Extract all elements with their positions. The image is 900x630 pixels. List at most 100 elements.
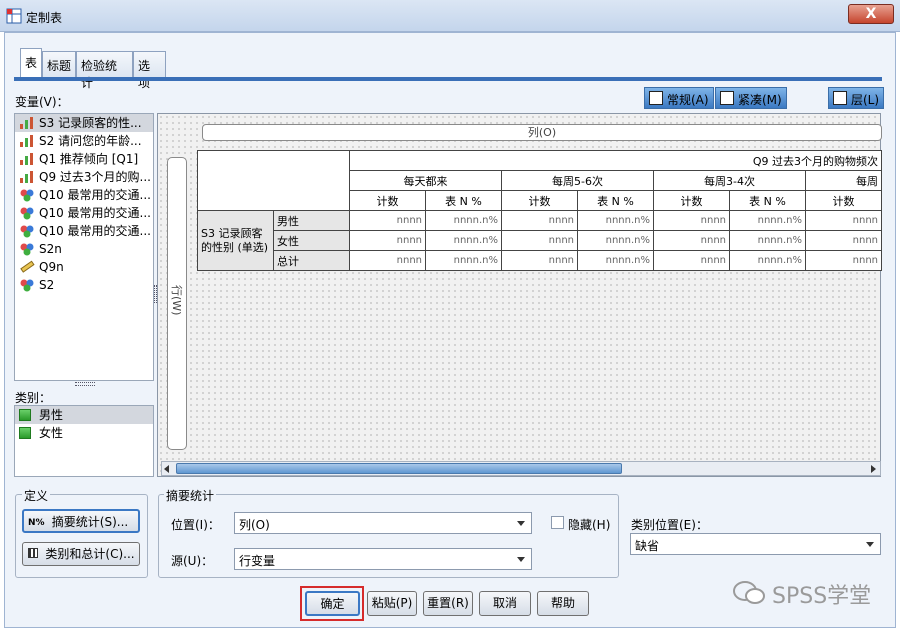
category-position-value: 缺省 <box>635 539 660 553</box>
tab-options[interactable]: 选项 <box>133 51 166 90</box>
variable-label: Q10 最常用的交通... <box>39 206 151 220</box>
normal-view-button[interactable]: 常规(A) <box>644 87 714 109</box>
row-var-header[interactable]: S3 记录顾客的性别 (单选) <box>197 210 274 271</box>
list-item[interactable]: Q10 最常用的交通... <box>15 186 153 204</box>
scroll-right-icon[interactable] <box>871 465 876 473</box>
reset-button[interactable]: 重置(R) <box>423 591 473 616</box>
tab-table[interactable]: 表 <box>20 48 42 78</box>
nominal-icon <box>19 278 35 292</box>
count-cell: nnnn <box>653 230 730 251</box>
compact-grid-icon <box>720 91 734 105</box>
stat-header: 计数 <box>805 190 882 211</box>
columns-drop-zone[interactable]: 列(O) <box>202 124 882 141</box>
variable-label: Q1 推荐倾向 [Q1] <box>39 152 139 166</box>
tab-test-statistics[interactable]: 检验统计 <box>76 51 133 90</box>
source-value: 行变量 <box>239 554 276 568</box>
col-cat-header: 每周5-6次 <box>501 170 654 191</box>
list-item[interactable]: S2n <box>15 240 153 258</box>
count-cell: nnnn <box>653 210 730 231</box>
chevron-down-icon <box>866 542 874 547</box>
pct-cell: nnnn.n% <box>729 230 806 251</box>
table-row: 总计 nnnn nnnn.n% nnnn nnnn.n% nnnn nnnn.n% n… <box>198 250 882 271</box>
position-select[interactable]: 列(O) <box>234 512 532 534</box>
variable-label: Q9n <box>39 260 64 274</box>
watermark-text: SPSS学堂 <box>772 584 872 609</box>
variables-list[interactable]: S3 记录顾客的性... S2 请问您的年龄... Q1 推荐倾向 [Q1] Q9 过… <box>14 113 154 381</box>
chevron-down-icon <box>517 557 525 562</box>
bar-chart-icon <box>19 116 35 130</box>
nominal-icon <box>19 242 35 256</box>
scrollbar-thumb[interactable] <box>176 463 622 474</box>
nominal-icon <box>19 188 35 202</box>
app-table-icon <box>6 8 22 24</box>
list-item[interactable]: S2 <box>15 276 153 294</box>
category-item-label: 男性 <box>39 408 64 422</box>
close-button[interactable]: X <box>848 4 894 24</box>
stat-header: 表 N % <box>577 190 654 211</box>
hide-checkbox[interactable] <box>551 516 564 529</box>
col-cat-header: 每天都来 <box>349 170 502 191</box>
pct-cell: nnnn.n% <box>577 250 654 271</box>
list-item[interactable]: 男性 <box>15 406 153 424</box>
source-label: 源(U)： <box>171 554 214 568</box>
bar-chart-icon <box>19 152 35 166</box>
vertical-splitter[interactable] <box>154 285 157 303</box>
summary-stats-label: 摘要统计(S)... <box>51 515 129 529</box>
position-value: 列(O) <box>239 518 270 532</box>
count-cell: nnnn <box>501 250 578 271</box>
layers-button[interactable]: 层(L) <box>828 87 885 109</box>
categories-totals-button[interactable]: 类别和总计(C)... <box>22 542 140 566</box>
splitter-handle[interactable] <box>75 382 95 386</box>
list-item[interactable]: Q10 最常用的交通... <box>15 222 153 240</box>
pct-cell: nnnn.n% <box>729 210 806 231</box>
corner-cell <box>197 150 350 211</box>
category-list[interactable]: 男性 女性 <box>14 405 154 477</box>
category-position-label: 类别位置(E)： <box>631 518 708 532</box>
category-icon <box>19 409 31 421</box>
variable-label: Q9 过去3个月的购... <box>39 170 151 184</box>
compact-view-label: 紧凑(M) <box>738 93 782 107</box>
category-item-label: 女性 <box>39 426 64 440</box>
tab-titles[interactable]: 标题 <box>42 51 76 78</box>
normal-view-label: 常规(A) <box>667 93 709 107</box>
row-cat-label: 女性 <box>273 230 350 251</box>
category-position-select[interactable]: 缺省 <box>630 533 881 555</box>
variable-label: S2 <box>39 278 55 292</box>
pct-cell: nnnn.n% <box>425 250 502 271</box>
chevron-down-icon <box>517 521 525 526</box>
list-item[interactable]: 女性 <box>15 424 153 442</box>
layers-label: 层(L) <box>851 93 880 107</box>
categories-totals-label: 类别和总计(C)... <box>45 547 135 561</box>
bar-chart-icon <box>19 134 35 148</box>
wechat-logo-icon <box>733 581 765 604</box>
paste-button[interactable]: 粘贴(P) <box>367 591 417 616</box>
window-title: 定制表 <box>26 11 63 25</box>
variables-label: 变量(V)： <box>15 95 69 109</box>
source-select[interactable]: 行变量 <box>234 548 532 570</box>
count-cell: nnnn <box>349 210 426 231</box>
list-item[interactable]: Q9 过去3个月的购... <box>15 168 153 186</box>
pct-cell: nnnn.n% <box>577 210 654 231</box>
category-icon <box>19 427 31 439</box>
col-var-header[interactable]: Q9 过去3个月的购物频次 <box>349 150 882 171</box>
list-item[interactable]: Q10 最常用的交通... <box>15 204 153 222</box>
crosstab-preview: Q9 过去3个月的购物频次 每天都来 每周5-6次 每周3-4次 每周 计数 表… <box>197 150 882 271</box>
layers-icon <box>833 91 847 105</box>
compact-view-button[interactable]: 紧凑(M) <box>715 87 787 109</box>
row-cat-label: 总计 <box>273 250 350 271</box>
title-bar <box>0 0 900 32</box>
list-item[interactable]: Q1 推荐倾向 [Q1] <box>15 150 153 168</box>
ok-button[interactable]: 确定 <box>305 591 360 616</box>
cancel-button[interactable]: 取消 <box>479 591 531 616</box>
list-item[interactable]: Q9n <box>15 258 153 276</box>
table-row: S3 记录顾客的性别 (单选) 男性 nnnn nnnn.n% nnnn nnnn.… <box>197 210 882 271</box>
list-item[interactable]: S2 请问您的年龄... <box>15 132 153 150</box>
rows-drop-label: 行(W) <box>170 285 183 316</box>
scroll-left-icon[interactable] <box>164 465 169 473</box>
list-item[interactable]: S3 记录顾客的性... <box>15 114 153 132</box>
pct-cell: nnnn.n% <box>729 250 806 271</box>
help-button[interactable]: 帮助 <box>537 591 589 616</box>
stat-header: 计数 <box>501 190 578 211</box>
category-label: 类别： <box>15 391 52 405</box>
summary-stats-button[interactable]: N% 摘要统计(S)... <box>22 509 140 533</box>
